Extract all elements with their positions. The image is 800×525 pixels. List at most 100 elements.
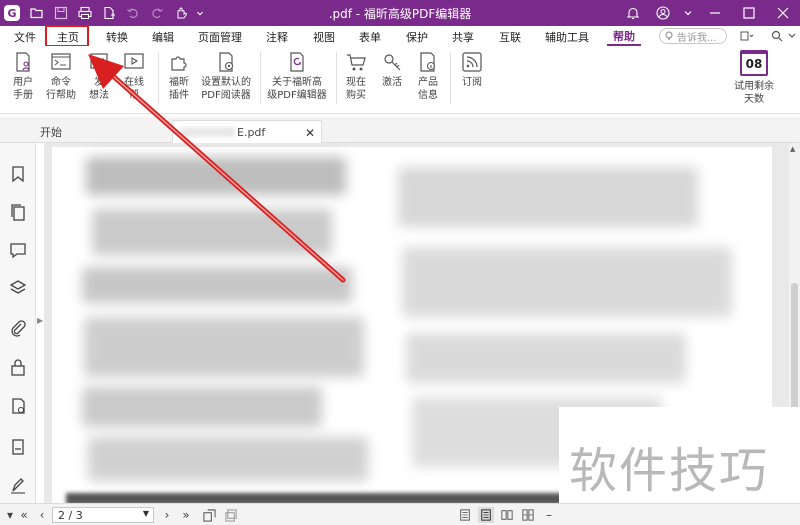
pen-icon[interactable] — [9, 477, 27, 495]
scroll-thumb[interactable] — [791, 283, 798, 413]
undo-icon[interactable] — [122, 3, 144, 23]
status-bar: ▾ « ‹ 2 / 3 ▼ › » – — [0, 503, 800, 525]
menu-edit[interactable]: 编辑 — [152, 29, 174, 45]
menu-file[interactable]: 文件 — [14, 29, 36, 45]
cart-icon — [344, 50, 368, 74]
search-options-icon[interactable] — [786, 27, 798, 45]
plugin-icon — [167, 50, 191, 74]
collapse-panel-icon[interactable]: ▶ — [37, 316, 43, 330]
continuous-view-icon[interactable] — [478, 507, 494, 523]
activate-icon — [380, 50, 404, 74]
minimize-icon[interactable] — [698, 0, 732, 26]
video-icon — [122, 50, 146, 74]
tell-me-search[interactable]: 告诉我... — [659, 28, 727, 44]
command-line-help-button[interactable]: 命令 行帮助 — [44, 50, 78, 102]
previous-page-icon[interactable]: ‹ — [34, 507, 50, 523]
feedback-button[interactable]: 发 想法 — [84, 50, 114, 102]
maximize-icon[interactable] — [732, 0, 766, 26]
facing-view-icon[interactable] — [499, 507, 515, 523]
feedback-label: 发 想法 — [89, 77, 109, 101]
menu-page-management[interactable]: 页面管理 — [198, 29, 242, 45]
tab-start[interactable]: 开始 — [30, 120, 170, 143]
next-page-icon[interactable]: › — [160, 507, 174, 523]
display-mode-icon[interactable] — [733, 27, 761, 45]
app-logo: G — [4, 5, 20, 21]
page-number-input[interactable]: 2 / 3 ▼ — [52, 507, 154, 523]
rotate-view-icon[interactable] — [200, 507, 218, 523]
command-line-help-label: 命令 行帮助 — [46, 77, 76, 101]
ribbon-options-icon[interactable] — [678, 0, 698, 26]
activate-button[interactable]: 激活 — [378, 50, 406, 89]
product-info-label: 产品 信息 — [418, 77, 438, 101]
last-page-icon[interactable]: » — [178, 507, 194, 523]
menu-comment[interactable]: 注释 — [266, 29, 288, 45]
hand-tool-icon[interactable] — [170, 3, 192, 23]
security-lock-icon[interactable] — [9, 358, 27, 376]
search-placeholder: 告诉我... — [677, 32, 717, 44]
signature-icon[interactable] — [9, 397, 27, 415]
close-window-icon[interactable] — [766, 0, 800, 26]
product-info-button[interactable]: 产品 信息 — [414, 50, 442, 102]
tab-document-label: E.pdf — [237, 125, 266, 139]
buy-now-label: 现在 购买 — [346, 77, 366, 101]
navigation-panel — [0, 143, 36, 507]
user-manual-button[interactable]: 用户 手册 — [8, 50, 38, 102]
lightbulb-icon — [665, 31, 673, 40]
account-icon[interactable] — [648, 0, 678, 26]
blurred-filename — [181, 127, 235, 137]
watermark-text: 软件技巧 — [569, 443, 770, 499]
print-icon[interactable] — [74, 3, 96, 23]
menu-view[interactable]: 视图 — [313, 29, 335, 45]
open-folder-icon[interactable] — [26, 3, 48, 23]
user-manual-label: 用户 手册 — [13, 77, 33, 101]
search-icon[interactable] — [768, 27, 786, 45]
save-icon[interactable] — [50, 3, 72, 23]
close-tab-icon[interactable]: ✕ — [305, 126, 315, 140]
expand-status-icon[interactable]: ▾ — [4, 507, 16, 523]
pages-icon[interactable] — [9, 203, 27, 221]
subscribe-label: 订阅 — [462, 77, 482, 88]
title-bar: G .pdf - 福昕高级PDF编辑器 — [0, 0, 800, 26]
bell-icon[interactable] — [618, 0, 648, 26]
menu-form[interactable]: 表单 — [359, 29, 381, 45]
bookmark-icon[interactable] — [9, 165, 27, 183]
rss-icon — [460, 50, 484, 74]
trial-days-count: 08 — [740, 50, 768, 76]
continuous-facing-view-icon[interactable] — [520, 507, 536, 523]
ribbon-separator — [158, 52, 159, 104]
menu-convert[interactable]: 转换 — [106, 29, 128, 45]
tab-document[interactable]: E.pdf ✕ — [172, 120, 322, 143]
scroll-up-icon[interactable]: ▲ — [790, 145, 795, 153]
subscribe-button[interactable]: 订阅 — [458, 50, 486, 89]
single-page-view-icon[interactable] — [457, 507, 473, 523]
layers-icon[interactable] — [9, 279, 27, 297]
trial-days-button[interactable]: 08 试用剩余 天数 — [728, 50, 780, 106]
about-foxit-button[interactable]: 关于福昕高 级PDF编辑器 — [264, 50, 330, 102]
set-default-reader-button[interactable]: 设置默认的 PDF阅读器 — [198, 50, 254, 102]
foxit-plugins-label: 福昕 插件 — [169, 77, 189, 101]
zoom-out-icon[interactable]: – — [540, 507, 558, 523]
document-properties-icon[interactable] — [9, 438, 27, 456]
home-tab-highlight — [45, 25, 89, 47]
first-page-icon[interactable]: « — [16, 507, 32, 523]
extract-page-icon[interactable] — [222, 507, 240, 523]
menu-accessibility[interactable]: 辅助工具 — [545, 29, 589, 45]
default-reader-icon — [214, 50, 238, 74]
menu-connect[interactable]: 互联 — [499, 29, 521, 45]
online-help-button[interactable]: 在线 帮 — [118, 50, 150, 102]
foxit-plugins-button[interactable]: 福昕 插件 — [164, 50, 194, 102]
redo-icon[interactable] — [146, 3, 168, 23]
user-manual-icon — [11, 50, 35, 74]
attachment-icon[interactable] — [9, 319, 27, 337]
page-dropdown-icon[interactable]: ▼ — [143, 509, 149, 518]
comments-icon[interactable] — [9, 241, 27, 259]
menu-protect[interactable]: 保护 — [406, 29, 428, 45]
ribbon-separator — [450, 52, 451, 104]
menu-help[interactable]: 帮助 — [607, 28, 641, 46]
buy-now-button[interactable]: 现在 购买 — [342, 50, 370, 102]
customize-toolbar-icon[interactable] — [194, 3, 206, 23]
quick-access-toolbar: G — [4, 3, 206, 23]
new-document-icon[interactable] — [98, 3, 120, 23]
tab-start-label: 开始 — [40, 125, 62, 139]
menu-share[interactable]: 共享 — [452, 29, 474, 45]
